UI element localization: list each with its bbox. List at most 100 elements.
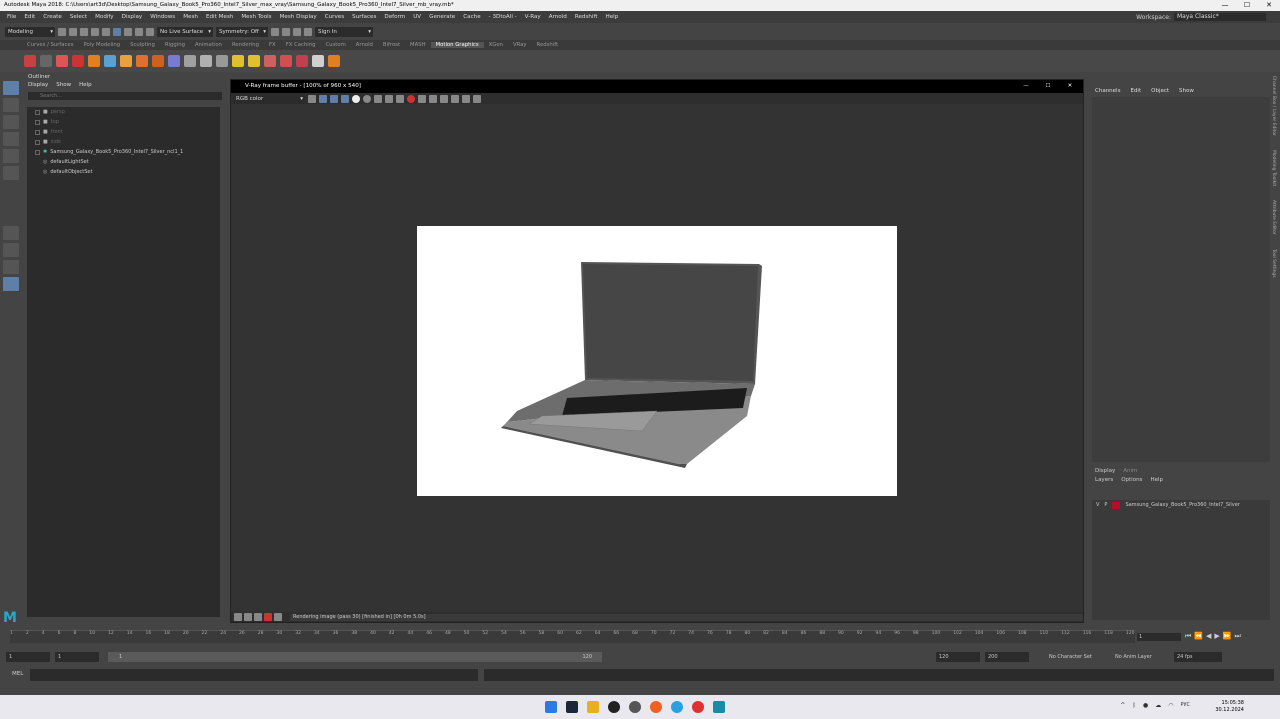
menu-item-14[interactable]: UV — [409, 14, 425, 20]
maximize-button[interactable]: ☐ — [1236, 0, 1258, 11]
vfb-settings-icon[interactable] — [234, 613, 242, 621]
menu-item-10[interactable]: Mesh Display — [276, 14, 321, 20]
undo-icon[interactable] — [91, 27, 99, 36]
channel-dropdown[interactable]: RGB color — [233, 93, 305, 104]
snap-grid-icon[interactable] — [124, 27, 132, 36]
github-icon[interactable] — [629, 701, 641, 713]
red-channel-icon[interactable] — [319, 94, 327, 103]
chevron-up-icon[interactable]: ^ — [1120, 702, 1125, 709]
layer-menu-item[interactable]: Help — [1150, 477, 1163, 487]
tree-item[interactable]: ◎ defaultLightSet — [27, 157, 220, 167]
light-icon[interactable] — [248, 55, 260, 67]
tree-item[interactable]: ■ front — [27, 127, 220, 137]
mono-icon[interactable] — [363, 94, 371, 103]
paint-tool-icon[interactable] — [3, 115, 19, 129]
curve-icon[interactable] — [104, 55, 116, 67]
follow-mouse-icon[interactable] — [429, 94, 437, 103]
menu-item-6[interactable]: Windows — [146, 14, 179, 20]
blue-channel-icon[interactable] — [341, 94, 349, 103]
shelf-tab-14[interactable]: VRay — [508, 42, 532, 48]
expand-icon[interactable] — [35, 139, 40, 145]
save-scene-icon[interactable] — [80, 27, 88, 36]
time-slider[interactable]: 1 2 4 6 8 10 12 14 16 18 20 22 24 26 28 30 32 34 36 38 40 42 4… — [0, 628, 1280, 646]
tree-item[interactable]: ■ side — [27, 137, 220, 147]
vfb-info-icon[interactable] — [274, 613, 282, 621]
playback-end-field[interactable]: 120 — [936, 652, 980, 662]
redo-icon[interactable] — [102, 27, 110, 36]
minimize-button[interactable]: — — [1214, 0, 1236, 11]
cloud-icon[interactable]: ☁ — [1155, 702, 1161, 709]
two-view-icon[interactable] — [3, 260, 19, 274]
new-scene-icon[interactable] — [58, 27, 66, 36]
layer-visibility-toggle[interactable]: V — [1096, 502, 1099, 508]
step-back-icon[interactable]: ⏪ — [1194, 632, 1203, 641]
shelf-tab-15[interactable]: Redshift — [532, 42, 564, 48]
side-tab[interactable]: Channel Box / Layer Editor — [1271, 76, 1276, 136]
render-icon-2[interactable] — [473, 94, 481, 103]
menu-item-15[interactable]: Generate — [425, 14, 459, 20]
expand-icon[interactable] — [35, 129, 40, 135]
menu-item-19[interactable]: Arnold — [545, 14, 571, 20]
lens-effects-icon[interactable] — [462, 94, 470, 103]
layer-row[interactable]: V P Samsung_Galaxy_Book5_Pro360_Intel7_S… — [1092, 500, 1270, 510]
step-forward-icon[interactable]: ⏩ — [1223, 632, 1232, 641]
shelf-tab-2[interactable]: Sculpting — [125, 42, 160, 48]
shelf-tab-12[interactable]: Motion Graphics — [430, 42, 484, 48]
outliner-menu-item[interactable]: Display — [28, 82, 48, 91]
playback-start-field[interactable]: 1 — [55, 652, 99, 662]
workspace-dropdown[interactable]: Maya Classic* — [1174, 13, 1266, 21]
wifi-icon[interactable]: ◠ — [1168, 702, 1173, 709]
track-mouse-icon[interactable] — [440, 94, 448, 103]
channel-box-menu-item[interactable]: Show — [1179, 88, 1194, 94]
shelf-tab-0[interactable]: Curves / Surfaces — [22, 42, 78, 48]
menu-item-11[interactable]: Curves — [321, 14, 348, 20]
yandex-browser-icon[interactable] — [692, 701, 704, 713]
outliner-menu-item[interactable]: Show — [56, 82, 71, 91]
menu-item-21[interactable]: Help — [602, 14, 623, 20]
tree-item[interactable]: ■ persp — [27, 107, 220, 117]
layer-color-swatch[interactable] — [1112, 501, 1121, 509]
snap-curve-icon[interactable] — [135, 27, 143, 36]
region-render-icon[interactable] — [418, 94, 426, 103]
symmetry-dropdown[interactable]: Symmetry: Off — [216, 26, 268, 37]
layer-menu-item[interactable]: Options — [1121, 477, 1142, 487]
plus-icon[interactable] — [328, 55, 340, 67]
mel-label[interactable]: MEL — [12, 671, 23, 677]
telegram-icon[interactable] — [671, 701, 683, 713]
shelf-tab-6[interactable]: FX — [264, 42, 281, 48]
tree-item[interactable]: ◎ defaultObjectSet — [27, 167, 220, 177]
menu-item-3[interactable]: Select — [66, 14, 91, 20]
brush-icon[interactable] — [72, 55, 84, 67]
shelf-tab-7[interactable]: FX Caching — [281, 42, 321, 48]
render-icon[interactable] — [282, 27, 290, 36]
render-settings-icon[interactable] — [304, 27, 312, 36]
menu-item-20[interactable]: Redshift — [571, 14, 602, 20]
bluetooth-icon[interactable]: ᛒ — [1132, 702, 1136, 709]
keyboard-language[interactable]: РУС — [1180, 702, 1190, 709]
menu-icon[interactable] — [40, 55, 52, 67]
channel-box-menu-item[interactable]: Object — [1151, 88, 1169, 94]
start-time-field[interactable]: 1 — [6, 652, 50, 662]
text-tool-icon[interactable] — [56, 55, 68, 67]
history-icon[interactable] — [451, 94, 459, 103]
open-scene-icon[interactable] — [69, 27, 77, 36]
cube-icon[interactable] — [152, 55, 164, 67]
file-explorer-icon[interactable] — [587, 701, 599, 713]
outliner-menu-item[interactable]: Help — [79, 82, 92, 91]
green-channel-icon[interactable] — [330, 94, 338, 103]
sphere-icon[interactable] — [88, 55, 100, 67]
vfb-stats-icon[interactable] — [264, 613, 272, 621]
channel-box-menu-item[interactable]: Channels — [1095, 88, 1120, 94]
deformer-icon[interactable] — [168, 55, 180, 67]
channel-box-menu-item[interactable]: Edit — [1130, 88, 1141, 94]
shelf-tab-4[interactable]: Animation — [190, 42, 227, 48]
outliner-layout-icon[interactable] — [3, 277, 19, 291]
vfb-maximize-button[interactable]: ☐ — [1037, 80, 1059, 93]
sparkle-icon[interactable] — [232, 55, 244, 67]
vfb-close-button[interactable]: ✕ — [1059, 80, 1081, 93]
steam-icon[interactable] — [566, 701, 578, 713]
grid-icon[interactable] — [136, 55, 148, 67]
menu-item-5[interactable]: Display — [118, 14, 147, 20]
color-icon[interactable] — [308, 94, 316, 103]
expand-icon[interactable] — [35, 119, 40, 125]
